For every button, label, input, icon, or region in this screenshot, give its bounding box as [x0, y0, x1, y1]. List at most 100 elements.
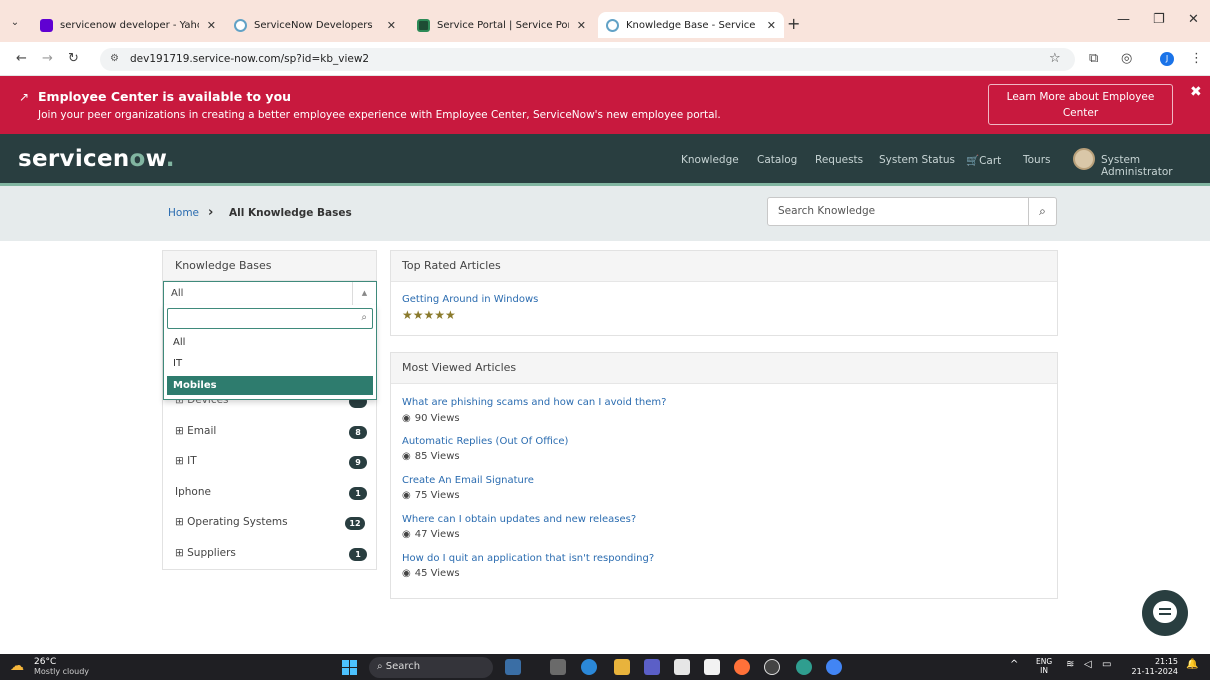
chrome-icon[interactable] — [826, 659, 842, 675]
eye-icon: ◉ — [402, 413, 411, 424]
sync-icon[interactable]: ◎ — [1121, 51, 1132, 66]
language-indicator[interactable]: ENG IN — [1036, 657, 1052, 675]
category-count-badge: 9 — [349, 456, 367, 469]
notification-bell-icon[interactable]: 🔔 — [1186, 659, 1198, 670]
browser-tab-servicenow-developers[interactable]: ServiceNow Developers ✕ — [226, 12, 404, 38]
tab-title: servicenow developer - Yahoo — [60, 19, 199, 31]
volume-icon[interactable]: ◁ — [1084, 659, 1092, 670]
servicenow-icon — [234, 18, 247, 32]
close-tab-icon[interactable]: ✕ — [577, 19, 586, 32]
article-link[interactable]: How do I quit an application that isn't … — [402, 553, 654, 564]
edge-browser-icon[interactable] — [581, 659, 597, 675]
chevron-up-icon[interactable]: ^ — [1010, 659, 1018, 670]
close-tab-icon[interactable]: ✕ — [387, 19, 396, 32]
taskbar-search-label: Search — [385, 661, 421, 672]
nav-tours[interactable]: Tours — [1023, 154, 1051, 166]
servicenow-logo[interactable]: servicenow. — [18, 146, 175, 172]
extensions-icon[interactable]: ⧉ — [1089, 51, 1098, 66]
search-icon: ⌕ — [361, 312, 367, 323]
category-email[interactable]: ⊞ Email — [175, 425, 216, 437]
tab-search-chevron-icon[interactable]: ⌄ — [8, 16, 22, 30]
widgets-app-icon[interactable] — [505, 659, 521, 675]
weather-icon[interactable]: ☁ — [10, 658, 28, 674]
category-iphone[interactable]: Iphone — [175, 486, 211, 498]
nav-system-status[interactable]: System Status — [879, 154, 955, 166]
knowledge-base-dropdown: ⌕ All IT Mobiles — [163, 305, 377, 400]
search-knowledge-input[interactable]: Search Knowledge — [767, 197, 1029, 226]
article-views: ◉ 85 Views — [402, 451, 460, 462]
yahoo-icon — [40, 18, 53, 32]
banner-title: Employee Center is available to you — [38, 89, 292, 104]
nav-cart[interactable]: 🛒Cart — [966, 154, 1001, 167]
dropdown-option-all[interactable]: All — [167, 333, 373, 352]
banner-text: Join your peer organizations in creating… — [38, 109, 721, 121]
window-close-icon[interactable]: ✕ — [1188, 12, 1199, 27]
category-it[interactable]: ⊞ IT — [175, 455, 197, 467]
firefox-icon[interactable] — [734, 659, 750, 675]
cart-icon: 🛒 — [966, 155, 980, 167]
search-button[interactable]: ⌕ — [1028, 197, 1057, 226]
expand-icon: ⊞ — [175, 547, 188, 559]
article-link[interactable]: Automatic Replies (Out Of Office) — [402, 436, 568, 447]
browser-tab-service-portal[interactable]: Service Portal | Service Portal | S ✕ — [409, 12, 594, 38]
user-menu[interactable]: System Administrator — [1101, 154, 1210, 178]
nav-catalog[interactable]: Catalog — [757, 154, 797, 166]
nav-requests[interactable]: Requests — [815, 154, 863, 166]
article-link[interactable]: Create An Email Signature — [402, 475, 534, 486]
taskbar-search[interactable]: ⌕ Search — [369, 657, 493, 678]
eye-icon: ◉ — [402, 451, 411, 462]
forward-arrow-icon[interactable]: → — [42, 51, 53, 66]
knowledge-base-select[interactable]: All ▲ — [163, 281, 377, 306]
notepad-icon[interactable] — [704, 659, 720, 675]
windows-start-icon[interactable] — [342, 660, 357, 675]
dropdown-option-it[interactable]: IT — [167, 354, 373, 373]
chevron-up-icon[interactable]: ▲ — [352, 282, 376, 305]
close-tab-icon[interactable]: ✕ — [207, 19, 216, 32]
logo-text-end: w — [145, 146, 166, 172]
more-menu-icon[interactable]: ⋮ — [1190, 51, 1203, 66]
profile-avatar-icon[interactable]: J — [1160, 52, 1174, 66]
views-count: 47 Views — [414, 529, 460, 540]
category-suppliers[interactable]: ⊞ Suppliers — [175, 547, 236, 559]
dell-icon[interactable] — [764, 659, 780, 675]
dropdown-option-mobiles[interactable]: Mobiles — [167, 376, 373, 395]
star-rating-icon: ★★★★★ — [402, 308, 456, 322]
clock-date: 21-11-2024 — [1131, 667, 1179, 676]
article-link[interactable]: Where can I obtain updates and new relea… — [402, 514, 636, 525]
bookmark-star-icon[interactable]: ☆ — [1049, 51, 1061, 66]
browser-tab-knowledge-base[interactable]: Knowledge Base - Service Porta ✕ — [598, 12, 784, 38]
battery-icon[interactable]: ▭ — [1102, 659, 1111, 670]
system-clock[interactable]: 21:15 21-11-2024 — [1130, 657, 1179, 677]
task-view-icon[interactable] — [550, 659, 566, 675]
site-settings-icon[interactable]: ⚙ — [110, 53, 119, 64]
weather-temperature[interactable]: 26°C — [34, 657, 56, 667]
category-label: Operating Systems — [187, 516, 288, 528]
learn-more-button[interactable]: Learn More about Employee Center — [988, 84, 1173, 125]
new-tab-icon[interactable]: + — [787, 14, 800, 33]
user-avatar[interactable] — [1073, 148, 1095, 170]
breadcrumb-bar: Home › All Knowledge Bases Search Knowle… — [0, 186, 1210, 241]
nav-knowledge[interactable]: Knowledge — [681, 154, 739, 166]
teams-icon[interactable] — [644, 659, 660, 675]
category-operating-systems[interactable]: ⊞ Operating Systems — [175, 516, 288, 528]
article-link[interactable]: What are phishing scams and how can I av… — [402, 397, 666, 408]
minimize-icon[interactable]: — — [1117, 12, 1130, 27]
breadcrumb-home[interactable]: Home — [168, 207, 199, 219]
servicenow-icon — [606, 18, 619, 32]
category-label: IT — [187, 455, 197, 467]
store-icon[interactable] — [674, 659, 690, 675]
file-explorer-icon[interactable] — [614, 659, 630, 675]
restore-icon[interactable]: ❐ — [1153, 12, 1165, 27]
app-icon[interactable] — [796, 659, 812, 675]
reload-icon[interactable]: ↻ — [68, 51, 79, 66]
virtual-agent-chat-button[interactable] — [1142, 590, 1188, 636]
article-link[interactable]: Getting Around in Windows — [402, 294, 538, 305]
back-arrow-icon[interactable]: ← — [16, 51, 27, 66]
panel-title: Top Rated Articles — [391, 251, 1057, 282]
dropdown-search-input[interactable]: ⌕ — [167, 308, 373, 329]
browser-tab-yahoo[interactable]: servicenow developer - Yahoo ✕ — [32, 12, 224, 38]
close-tab-icon[interactable]: ✕ — [767, 19, 776, 32]
wifi-icon[interactable]: ≋ — [1066, 659, 1074, 670]
banner-close-icon[interactable]: ✖ — [1190, 84, 1202, 100]
url-field[interactable]: ⚙ dev191719.service-now.com/sp?id=kb_vie… — [100, 48, 1075, 71]
